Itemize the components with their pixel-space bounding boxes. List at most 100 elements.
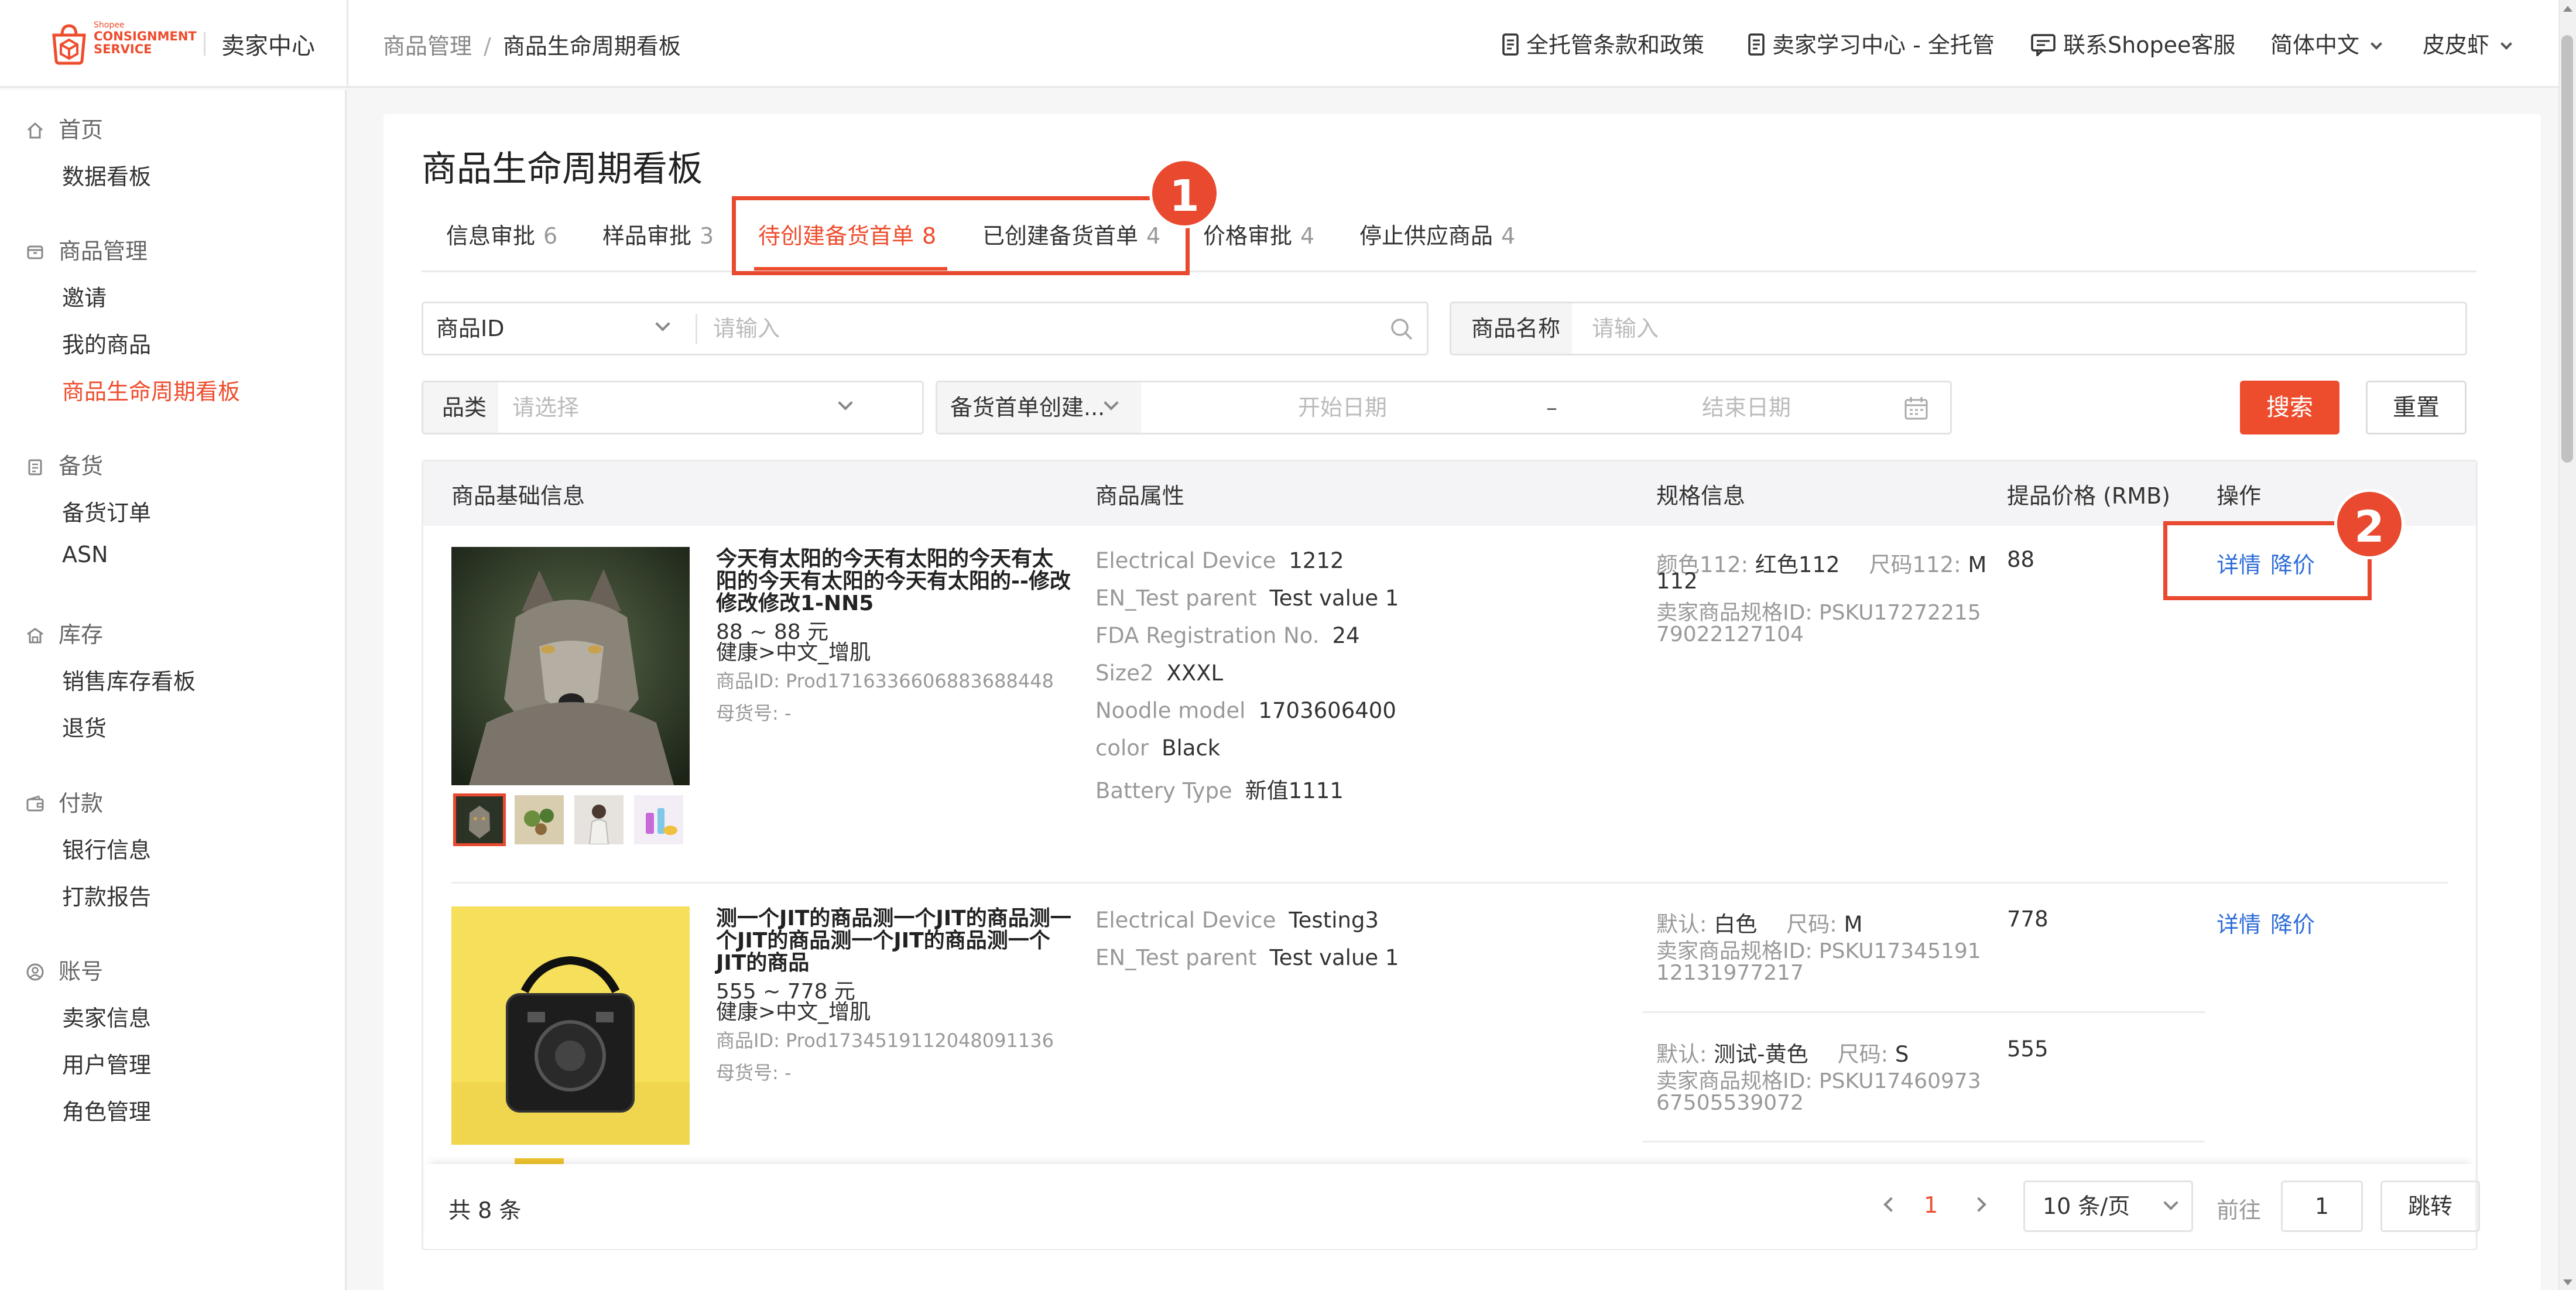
thumbnail-person[interactable] <box>574 795 624 844</box>
product-name-input[interactable]: 请输入 <box>1592 303 1659 354</box>
language-selector[interactable]: 简体中文 <box>2270 27 2382 59</box>
user-menu[interactable]: 皮皮虾 <box>2423 27 2512 59</box>
attribute-key: Noodle model <box>1095 698 1246 723</box>
sidebar-item-sales-inventory[interactable]: 销售库存看板 <box>62 663 196 696</box>
goto-page-input[interactable]: 1 <box>2281 1180 2363 1232</box>
thumbnail-wolf[interactable] <box>453 793 506 846</box>
tab-count: 4 <box>1501 223 1516 249</box>
thumbnail-cosmetics[interactable] <box>634 795 683 844</box>
page-size-select[interactable]: 10 条/页 <box>2023 1180 2193 1232</box>
page-number-current[interactable]: 1 <box>1924 1192 1938 1218</box>
customer-service-link[interactable]: 联系Shopee客服 <box>2030 27 2235 59</box>
product-name-search: 商品名称 请输入 <box>1450 302 2467 355</box>
product-name[interactable]: 测一个JIT的商品测一个JIT的商品测一个JIT的商品测一个JIT的商品测一个J… <box>716 908 1072 974</box>
tab-price-approval[interactable]: 价格审批 4 <box>1203 218 1314 250</box>
tab-stopped-supply[interactable]: 停止供应商品 4 <box>1359 218 1515 250</box>
category-filter: 品类 请选择 <box>422 381 924 434</box>
price-reduce-link[interactable]: 降价 <box>2270 912 2315 937</box>
sidebar-group-products: 商品管理 <box>26 233 148 265</box>
learning-center-link[interactable]: 卖家学习中心 - 全托管 <box>1748 27 1995 59</box>
details-link[interactable]: 详情 <box>2217 912 2261 937</box>
start-date-input[interactable]: 开始日期 <box>1298 382 1387 433</box>
sidebar-group-home: 首页 <box>26 112 103 144</box>
home-icon <box>27 122 43 139</box>
sidebar-item-bank-info[interactable]: 银行信息 <box>62 832 151 864</box>
attribute-value: Test value 1 <box>1269 586 1399 611</box>
product-image-camera[interactable] <box>451 906 690 1145</box>
product-name[interactable]: 今天有太阳的今天有太阳的今天有太阳的今天有太阳的今天有太阳的--修改修改修改1-… <box>716 548 1072 615</box>
box-icon <box>27 245 43 259</box>
spec-variant-continued: 112 <box>1656 569 1698 594</box>
product-id-search: 商品ID 请输入 <box>422 302 1429 355</box>
next-page-icon[interactable] <box>1971 1197 1986 1212</box>
shopee-bag-logo-icon <box>52 24 86 65</box>
product-id: 商品ID: Prod1716336606883688448 <box>716 670 1054 692</box>
sidebar-item-returns[interactable]: 退货 <box>62 710 107 742</box>
sidebar-item-user-management[interactable]: 用户管理 <box>62 1047 151 1079</box>
product-category: 健康>中文_增肌 <box>716 641 871 665</box>
spec-variant: 默认: 测试-黄色 尺码: S <box>1656 1036 1909 1068</box>
chevron-down-icon <box>2500 38 2512 50</box>
search-icon[interactable] <box>1389 317 1414 341</box>
page-title: 商品生命周期看板 <box>422 149 703 190</box>
category-select[interactable]: 请选择 <box>512 382 579 433</box>
total-count: 共 8 条 <box>448 1197 522 1223</box>
top-header: Shopee CONSIGNMENT SERVICE 卖家中心 商品管理 / 商品生… <box>0 0 2558 88</box>
id-type-select[interactable]: 商品ID <box>436 303 504 354</box>
tab-label: 样品审批 <box>602 223 692 249</box>
product-id-input[interactable]: 请输入 <box>713 303 780 354</box>
breadcrumb-separator: / <box>484 33 491 59</box>
row-actions: 详情 降价 <box>2217 906 2315 939</box>
sidebar-item-payment-report[interactable]: 打款报告 <box>62 879 151 911</box>
spec-value: 红色112 <box>1755 552 1840 577</box>
status-tabs: 信息审批 6 样品审批 3 待创建备货首单 8 已创建备货首单 4 价格审批 4 停止供应… <box>422 211 2476 272</box>
prev-page-icon[interactable] <box>1883 1197 1899 1212</box>
attribute-item: Battery Type 新值1111 <box>1095 773 1344 805</box>
goto-button[interactable]: 跳转 <box>2380 1180 2480 1232</box>
spec-key: 尺码: <box>1786 912 1837 937</box>
scroll-up-arrow-icon[interactable] <box>2563 6 2572 12</box>
spec-divider <box>1643 1141 2205 1142</box>
sidebar-item-stock-orders[interactable]: 备货订单 <box>62 495 151 527</box>
category-label: 品类 <box>423 382 498 433</box>
customer-service-label: 联系Shopee客服 <box>2063 32 2236 58</box>
product-image-wolf[interactable] <box>451 547 690 785</box>
attribute-key: FDA Registration No. <box>1095 623 1320 648</box>
attribute-key: Electrical Device <box>1095 908 1276 933</box>
column-header-basic-info: 商品基础信息 <box>451 483 585 509</box>
terms-policy-link[interactable]: 全托管条款和政策 <box>1502 27 1704 59</box>
end-date-input[interactable]: 结束日期 <box>1702 382 1791 433</box>
sidebar-item-dashboard[interactable]: 数据看板 <box>62 159 151 191</box>
chevron-down-icon <box>838 395 853 410</box>
sidebar-item-my-products[interactable]: 我的商品 <box>62 327 151 359</box>
reset-button[interactable]: 重置 <box>2366 381 2467 434</box>
sidebar-item-role-management[interactable]: 角色管理 <box>62 1094 151 1126</box>
attribute-key: Size2 <box>1095 661 1154 686</box>
sidebar-item-invite[interactable]: 邀请 <box>62 280 107 312</box>
search-button[interactable]: 搜索 <box>2240 381 2339 434</box>
attribute-item: color Black <box>1095 735 1220 761</box>
breadcrumb-product-management[interactable]: 商品管理 <box>383 33 472 59</box>
tab-sample-approval[interactable]: 样品审批 3 <box>602 218 714 250</box>
parent-sku: 母货号: - <box>716 1062 792 1084</box>
chevron-down-icon <box>2371 38 2382 50</box>
language-label: 简体中文 <box>2270 32 2360 58</box>
calendar-icon[interactable] <box>1903 395 1929 421</box>
sidebar-group-label: 商品管理 <box>59 238 148 264</box>
scrollbar-thumb[interactable] <box>2561 35 2573 463</box>
sidebar-group-label: 库存 <box>59 622 104 648</box>
spec-price: 88 <box>2007 547 2035 572</box>
seller-center-title[interactable]: 卖家中心 <box>221 27 315 61</box>
attribute-item: Electrical Device Testing3 <box>1095 908 1379 933</box>
column-header-actions: 操作 <box>2217 483 2262 509</box>
clipboard-icon <box>28 459 42 475</box>
tab-info-approval[interactable]: 信息审批 6 <box>446 218 557 250</box>
attribute-key: Battery Type <box>1095 778 1232 803</box>
thumbnail-plants[interactable] <box>515 795 564 844</box>
sidebar-item-seller-info[interactable]: 卖家信息 <box>62 1000 151 1032</box>
attribute-item: Electrical Device 1212 <box>1095 548 1344 573</box>
scroll-down-arrow-icon[interactable] <box>2563 1279 2572 1285</box>
sidebar-item-lifecycle-board[interactable]: 商品生命周期看板 <box>62 374 240 406</box>
table-header: 商品基础信息 商品属性 规格信息 提品价格 (RMB) 操作 <box>423 461 2476 526</box>
sidebar-item-asn[interactable]: ASN <box>62 542 108 567</box>
